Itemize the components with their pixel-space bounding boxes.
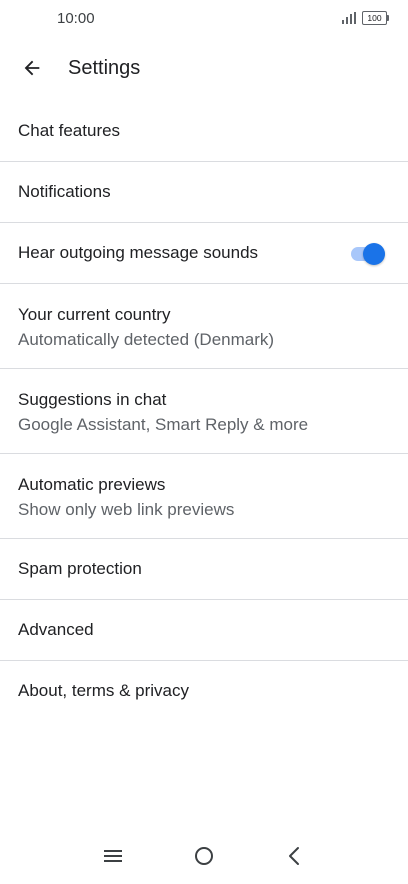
setting-current-country[interactable]: Your current country Automatically detec…: [0, 284, 408, 369]
setting-outgoing-sounds[interactable]: Hear outgoing message sounds: [0, 223, 408, 284]
setting-title: Your current country: [18, 305, 171, 324]
setting-chat-features[interactable]: Chat features: [0, 101, 408, 162]
home-button[interactable]: [188, 842, 220, 870]
status-time: 10:00: [57, 10, 95, 27]
setting-title: Automatic previews: [18, 475, 166, 494]
status-bar: 10:00 100: [0, 0, 408, 38]
setting-title: Suggestions in chat: [18, 390, 167, 409]
menu-button[interactable]: [97, 842, 129, 870]
outgoing-sounds-toggle[interactable]: [349, 242, 387, 266]
back-icon: [289, 847, 299, 865]
back-nav-button[interactable]: [278, 842, 310, 870]
setting-subtitle: Automatically detected (Denmark): [18, 330, 275, 349]
setting-about[interactable]: About, terms & privacy: [0, 661, 408, 722]
page-title: Settings: [68, 57, 141, 79]
setting-spam-protection[interactable]: Spam protection: [0, 539, 408, 600]
system-nav-bar: [0, 830, 408, 884]
setting-automatic-previews[interactable]: Automatic previews Show only web link pr…: [0, 454, 408, 539]
setting-subtitle: Show only web link previews: [18, 500, 235, 519]
signal-icon: [342, 12, 356, 24]
setting-suggestions[interactable]: Suggestions in chat Google Assistant, Sm…: [0, 369, 408, 454]
setting-title: Notifications: [18, 182, 111, 201]
setting-title: About, terms & privacy: [18, 681, 190, 700]
settings-list: Chat features Notifications Hear outgoin…: [0, 101, 408, 722]
setting-advanced[interactable]: Advanced: [0, 600, 408, 661]
setting-notifications[interactable]: Notifications: [0, 162, 408, 223]
arrow-left-icon: [24, 60, 40, 76]
toggle-thumb: [363, 243, 385, 265]
battery-level: 100: [367, 13, 382, 23]
battery-icon: 100: [362, 11, 390, 25]
back-button[interactable]: [12, 50, 52, 86]
setting-subtitle: Google Assistant, Smart Reply & more: [18, 415, 309, 434]
setting-title: Chat features: [18, 121, 121, 140]
home-icon: [195, 847, 213, 865]
setting-title: Spam protection: [18, 559, 142, 578]
app-bar: Settings: [0, 38, 408, 100]
setting-title: Advanced: [18, 620, 94, 639]
menu-icon: [104, 850, 122, 862]
